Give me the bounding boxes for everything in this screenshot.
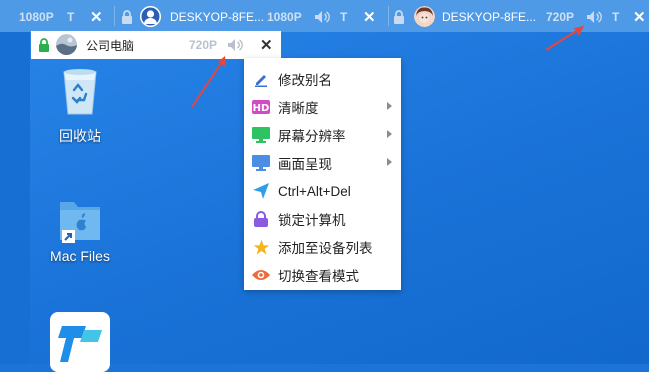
pencil-icon (252, 70, 270, 88)
menu-item-display[interactable]: 画面呈现 (244, 149, 401, 177)
desktop-edge (0, 32, 30, 364)
menu-item-add-device[interactable]: 添加至设备列表 (244, 233, 401, 261)
lock-icon (121, 10, 133, 27)
star-icon (252, 238, 270, 256)
desktop-icon-recycle-bin[interactable]: 回收站 (44, 64, 116, 146)
menu-item-label: 切换查看模式 (278, 269, 359, 284)
speaker-icon[interactable] (586, 10, 604, 27)
svg-text:HD: HD (253, 103, 270, 114)
device-name: DESKYOP-8FE... (170, 10, 265, 24)
avatar (140, 6, 161, 27)
menu-item-quality[interactable]: HD 清晰度 (244, 93, 401, 121)
avatar (56, 34, 77, 55)
lock-icon (252, 210, 270, 228)
menu-item-ctrl-alt-del[interactable]: Ctrl+Alt+Del (244, 177, 401, 205)
avatar (414, 6, 435, 27)
monitor-green-icon (252, 126, 270, 144)
active-session-tab[interactable]: 公司电脑 720P ✕ (31, 31, 281, 59)
lock-icon (38, 38, 50, 57)
session-tab-2[interactable]: DESKYOP-8FE... 1080P T ✕ (116, 3, 386, 31)
menu-item-label: 修改别名 (278, 73, 332, 88)
menu-item-label: 屏幕分辨率 (278, 129, 346, 144)
menu-item-label: 添加至设备列表 (278, 241, 373, 256)
resolution-label: 1080P (267, 10, 302, 24)
hd-icon: HD (252, 98, 270, 116)
menu-item-resolution[interactable]: 屏幕分辨率 (244, 121, 401, 149)
menu-item-label: Ctrl+Alt+Del (278, 183, 351, 199)
session-tab-1[interactable]: 1080P T ✕ (0, 3, 112, 31)
menu-item-rename[interactable]: 修改别名 (244, 65, 401, 93)
menu-item-view-mode[interactable]: 切换查看模式 (244, 261, 401, 289)
device-name: DESKYOP-8FE... (442, 10, 537, 24)
tab-divider (388, 6, 389, 26)
text-mode-button[interactable]: T (612, 10, 619, 24)
resolution-label: 1080P (19, 10, 54, 24)
tab-divider (114, 6, 115, 26)
submenu-arrow-icon (387, 130, 392, 138)
folder-shortcut-icon (56, 196, 104, 246)
send-icon (252, 182, 270, 200)
session-tab-3[interactable]: DESKYOP-8FE... 720P T ✕ (390, 3, 649, 31)
annotation-arrow (191, 56, 226, 108)
close-tab-button[interactable]: ✕ (363, 8, 376, 26)
desktop-icon-mac-files[interactable]: Mac Files (40, 196, 120, 264)
menu-item-label: 清晰度 (278, 101, 319, 116)
desktop-icon-app[interactable] (50, 312, 110, 372)
close-tab-button[interactable]: ✕ (90, 8, 103, 26)
submenu-arrow-icon (387, 158, 392, 166)
desktop-icon-label: 回收站 (59, 128, 101, 144)
text-mode-button[interactable]: T (340, 10, 347, 24)
eye-icon (252, 266, 270, 284)
context-menu: 修改别名 HD 清晰度 屏幕分辨率 画面呈现 Ctrl+Alt+Del 锁定计算… (244, 58, 401, 290)
close-tab-button[interactable]: ✕ (260, 36, 273, 54)
recycle-bin-icon (58, 64, 102, 116)
lock-icon (393, 10, 405, 27)
speaker-icon[interactable] (314, 10, 332, 27)
menu-item-label: 锁定计算机 (278, 213, 346, 228)
monitor-blue-icon (252, 154, 270, 172)
device-name: 公司电脑 (86, 38, 135, 53)
desktop-icon-label: Mac Files (50, 248, 110, 264)
submenu-arrow-icon (387, 102, 392, 110)
resolution-label: 720P (189, 38, 218, 52)
app-logo-icon (58, 324, 102, 367)
annotation-arrow (545, 26, 584, 51)
menu-item-lock[interactable]: 锁定计算机 (244, 205, 401, 233)
text-mode-button[interactable]: T (67, 10, 74, 24)
close-tab-button[interactable]: ✕ (633, 8, 646, 26)
menu-item-label: 画面呈现 (278, 157, 332, 172)
